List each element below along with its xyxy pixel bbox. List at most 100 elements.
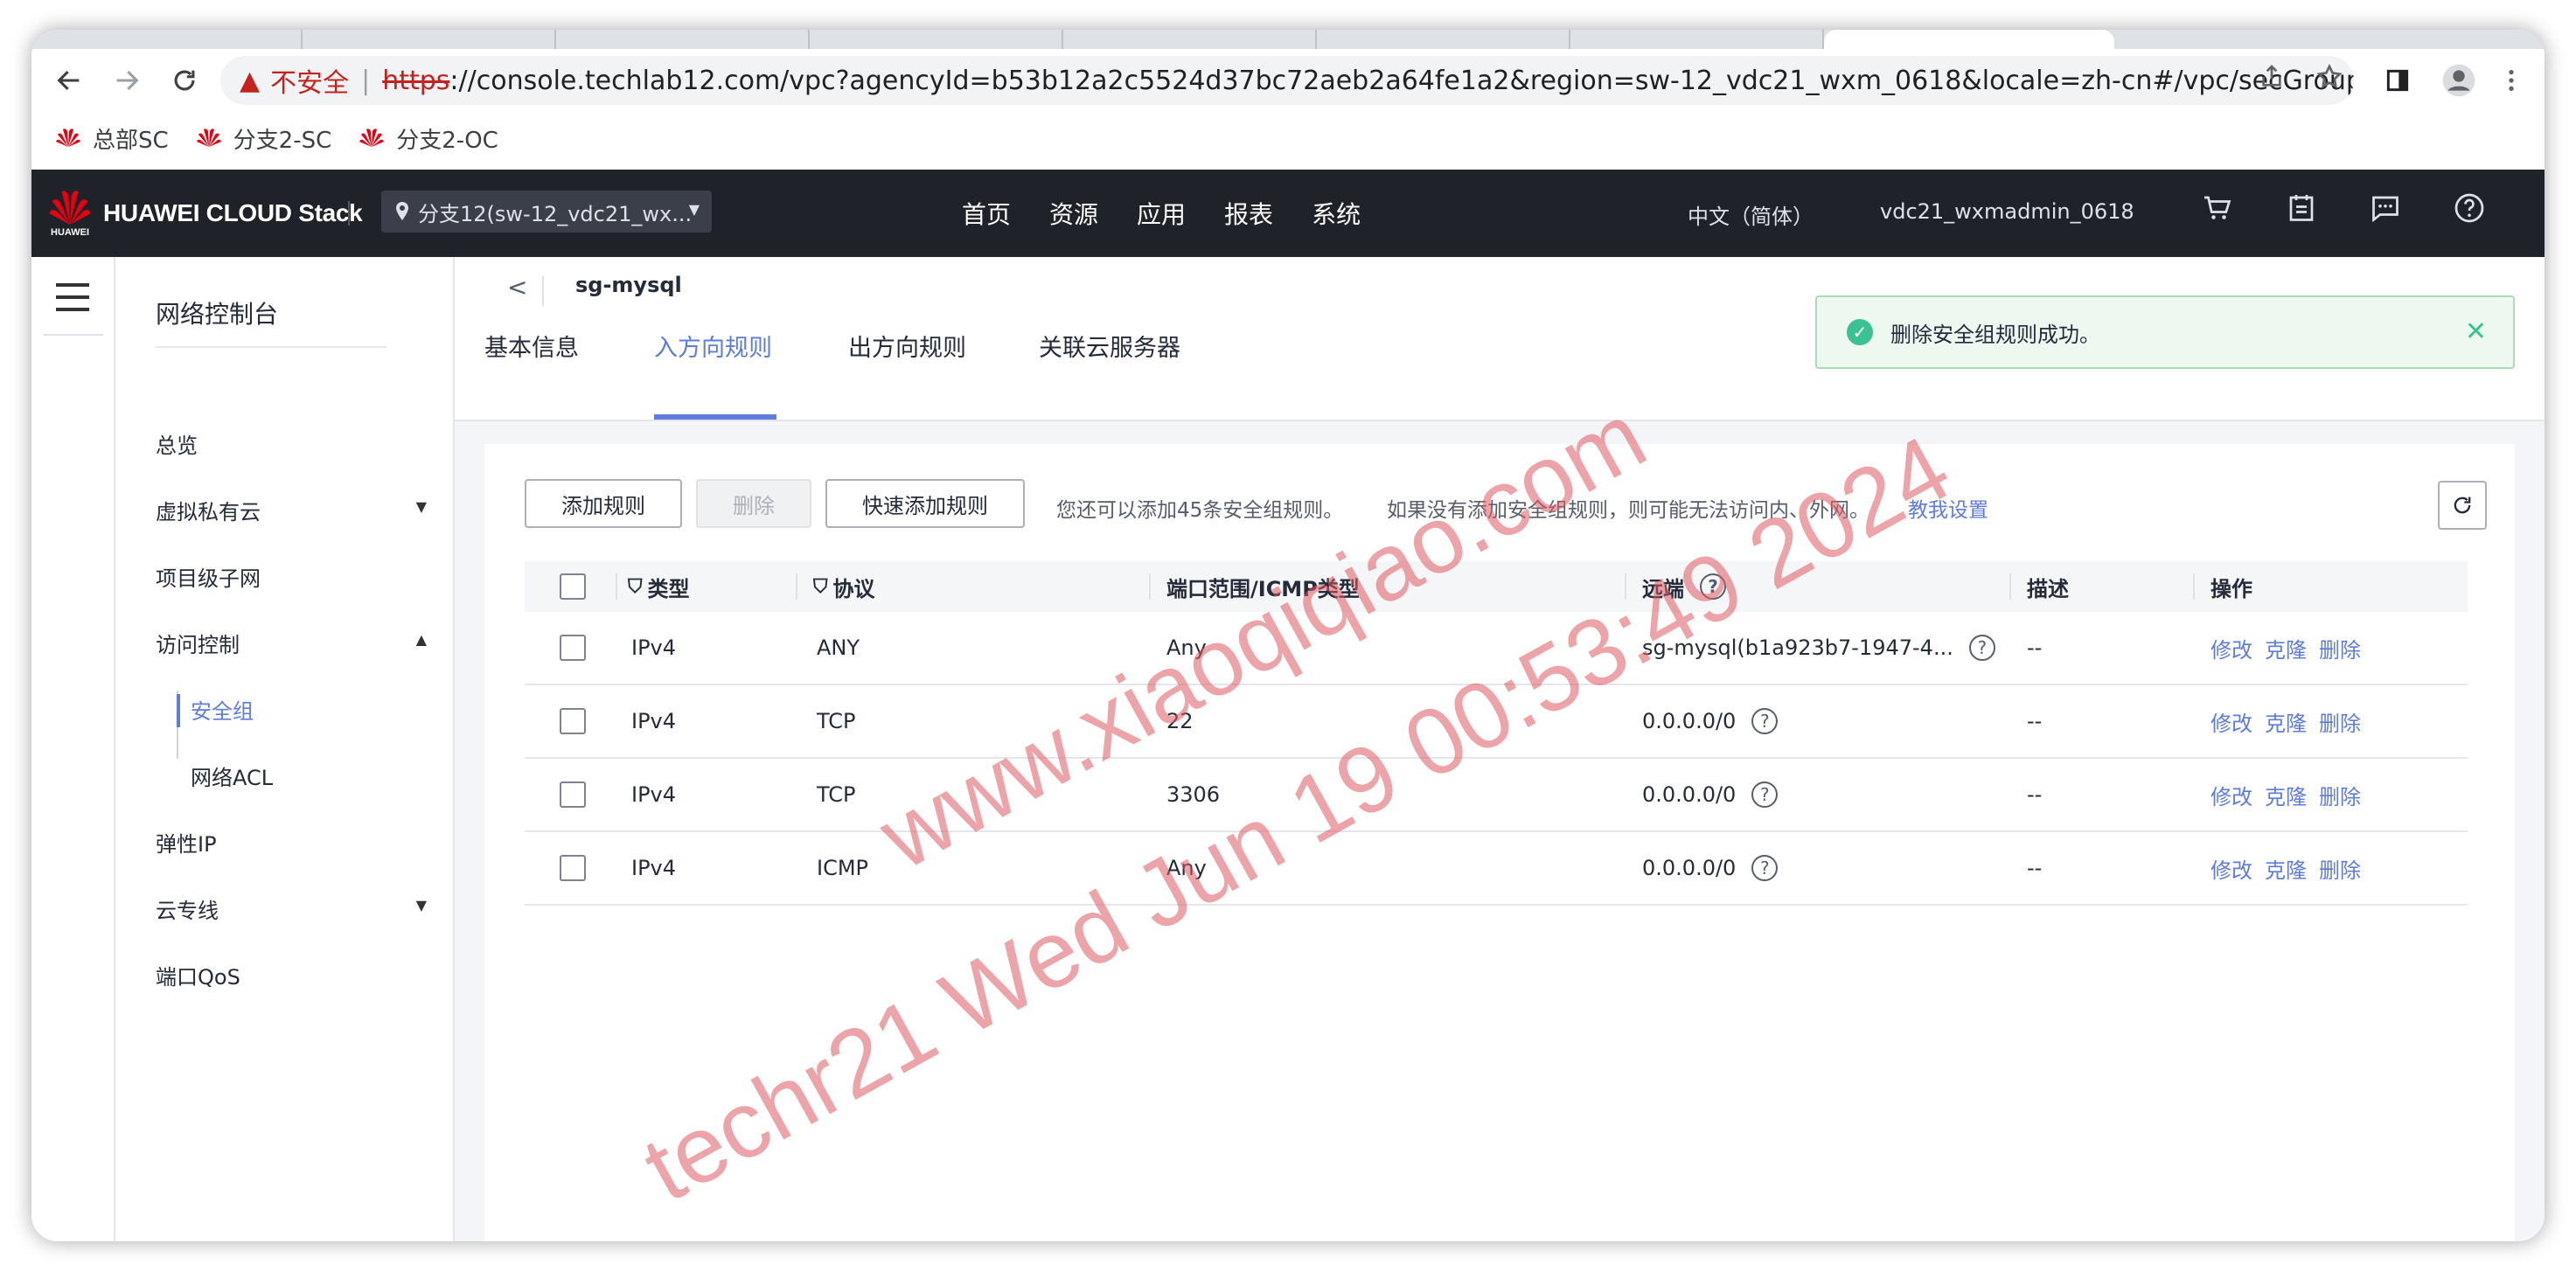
divider <box>616 573 617 600</box>
caret-down-icon: ▼ <box>415 897 427 913</box>
back-arrow-icon[interactable] <box>51 62 87 99</box>
delete-link[interactable]: 删除 <box>2319 780 2361 810</box>
tab-inbound-rules[interactable]: 入方向规则 <box>654 329 772 363</box>
refresh-button[interactable] <box>2438 481 2487 530</box>
edit-link[interactable]: 修改 <box>2210 633 2252 663</box>
back-button[interactable]: < <box>507 273 527 302</box>
sidebar-item-project-subnet[interactable]: 项目级子网 <box>156 561 427 592</box>
sidebar-item-eip[interactable]: 弹性IP <box>156 827 427 858</box>
sidepanel-icon[interactable] <box>2384 66 2412 98</box>
user-name[interactable]: vdc21_wxmadmin_0618 <box>1880 199 2134 230</box>
row-checkbox[interactable] <box>560 635 586 661</box>
help-circle-icon[interactable]: ? <box>1751 708 1779 734</box>
cell-protocol: ANY <box>817 636 860 660</box>
orders-icon[interactable] <box>2286 192 2317 227</box>
row-checkbox[interactable] <box>560 708 586 734</box>
forward-arrow-icon[interactable] <box>108 62 145 99</box>
tab-associated-servers[interactable]: 关联云服务器 <box>1039 329 1180 363</box>
sidebar-item-overview[interactable]: 总览 <box>156 428 427 459</box>
delete-link[interactable]: 删除 <box>2319 633 2361 663</box>
clone-link[interactable]: 克隆 <box>2265 633 2307 663</box>
top-navigation: HUAWEI HUAWEI CLOUD Stack 分支12(sw-12_vdc… <box>31 170 2545 257</box>
huawei-logo-icon <box>196 128 221 147</box>
profile-avatar-icon[interactable] <box>2441 63 2476 101</box>
bookmark-item[interactable]: 总部SC <box>54 122 169 155</box>
close-icon[interactable]: ✕ <box>2465 316 2487 347</box>
delete-button[interactable]: 删除 <box>696 479 811 528</box>
caret-down-icon: ▼ <box>415 498 427 515</box>
add-rule-button[interactable]: 添加规则 <box>525 479 682 528</box>
delete-link[interactable]: 删除 <box>2319 853 2361 884</box>
menu-item-apps[interactable]: 应用 <box>1137 196 1186 231</box>
huawei-logo-icon <box>49 191 91 225</box>
row-checkbox[interactable] <box>560 781 586 808</box>
cell-actions: 修改 克隆 删除 <box>2210 685 2373 757</box>
header-label: 协议 <box>832 576 875 601</box>
language-switcher[interactable]: 中文（简体） <box>1688 199 1814 230</box>
cell-description: -- <box>2027 709 2043 733</box>
cell-remote: 0.0.0.0/0? <box>1642 685 1779 757</box>
sidebar-item-label: 项目级子网 <box>156 566 261 591</box>
hamburger-menu-icon[interactable] <box>56 283 89 320</box>
sidebar-item-port-qos[interactable]: 端口QoS <box>156 960 427 990</box>
tab-basic-info[interactable]: 基本信息 <box>484 329 579 363</box>
sidebar-item-network-acl[interactable]: 网络ACL <box>191 761 273 791</box>
tab-outbound-rules[interactable]: 出方向规则 <box>848 329 966 363</box>
huawei-logo-icon <box>56 128 80 147</box>
browser-tab[interactable] <box>810 30 1063 49</box>
bookmark-item[interactable]: 分支2-OC <box>358 122 498 155</box>
browser-tab[interactable] <box>303 30 556 49</box>
filter-icon[interactable]: ⛉ <box>628 576 643 598</box>
sidebar-item-label: 端口QoS <box>156 965 240 990</box>
quick-add-rule-button[interactable]: 快速添加规则 <box>825 479 1025 528</box>
browser-tab[interactable] <box>1063 30 1317 49</box>
bookmark-item[interactable]: 分支2-SC <box>195 122 331 155</box>
menu-item-system[interactable]: 系统 <box>1312 196 1361 231</box>
browser-tab-active[interactable] <box>1824 30 2114 49</box>
clone-link[interactable]: 克隆 <box>2265 780 2307 810</box>
divider <box>542 276 544 306</box>
sidebar-item-security-group[interactable]: 安全组 <box>191 694 254 725</box>
brand-logo[interactable]: HUAWEI HUAWEI CLOUD Stack <box>45 189 363 238</box>
star-icon[interactable] <box>2315 63 2343 94</box>
sidebar-item-direct-connect[interactable]: 云专线 ▼ <box>156 893 427 924</box>
filter-icon[interactable]: ⛉ <box>813 576 828 598</box>
cart-icon[interactable] <box>2202 192 2233 227</box>
remote-value: 0.0.0.0/0 <box>1642 782 1737 807</box>
edit-link[interactable]: 修改 <box>2210 853 2252 884</box>
help-circle-icon[interactable]: ? <box>1751 855 1779 881</box>
menu-item-reports[interactable]: 报表 <box>1224 196 1273 231</box>
region-selector[interactable]: 分支12(sw-12_vdc21_wx... ▼ <box>381 191 712 233</box>
bookmark-label: 总部SC <box>93 127 169 154</box>
clone-link[interactable]: 克隆 <box>2265 853 2307 884</box>
menu-item-home[interactable]: 首页 <box>962 196 1011 231</box>
select-all-checkbox[interactable] <box>560 573 586 600</box>
delete-link[interactable]: 删除 <box>2319 706 2361 737</box>
insecure-label: 不安全 <box>270 68 350 99</box>
reload-icon[interactable] <box>166 62 203 99</box>
sidebar-item-vpc[interactable]: 虚拟私有云 ▼ <box>156 495 427 525</box>
more-menu-icon[interactable] <box>2506 66 2517 98</box>
edit-link[interactable]: 修改 <box>2210 706 2252 737</box>
clone-link[interactable]: 克隆 <box>2265 706 2307 737</box>
header-type[interactable]: ⛉ 类型 <box>628 561 690 612</box>
sidebar: 网络控制台 总览 虚拟私有云 ▼ 项目级子网 访问控制 ▲ 安全组 网络ACL 弹性… <box>115 257 455 1241</box>
help-circle-icon[interactable]: ? <box>1751 781 1779 808</box>
browser-tab[interactable] <box>556 30 810 49</box>
row-checkbox[interactable] <box>560 855 586 881</box>
header-protocol[interactable]: ⛉ 协议 <box>813 561 875 612</box>
help-circle-icon[interactable]: ? <box>1968 635 1995 661</box>
browser-tab[interactable] <box>1317 30 1570 49</box>
url-input[interactable]: ▲ 不安全 | https ://console.techlab12.com/v… <box>220 56 2354 105</box>
browser-tab[interactable] <box>1570 30 1824 49</box>
browser-tab[interactable] <box>31 30 303 49</box>
message-icon[interactable] <box>2370 192 2401 227</box>
help-icon[interactable] <box>2454 192 2485 227</box>
sidebar-item-label: 访问控制 <box>156 633 240 657</box>
left-rail <box>31 257 115 1241</box>
sidebar-item-label: 云专线 <box>156 899 219 923</box>
sidebar-item-access-control[interactable]: 访问控制 ▲ <box>156 628 427 658</box>
edit-link[interactable]: 修改 <box>2210 780 2252 810</box>
menu-item-resources[interactable]: 资源 <box>1049 196 1098 231</box>
share-icon[interactable] <box>2258 63 2286 94</box>
